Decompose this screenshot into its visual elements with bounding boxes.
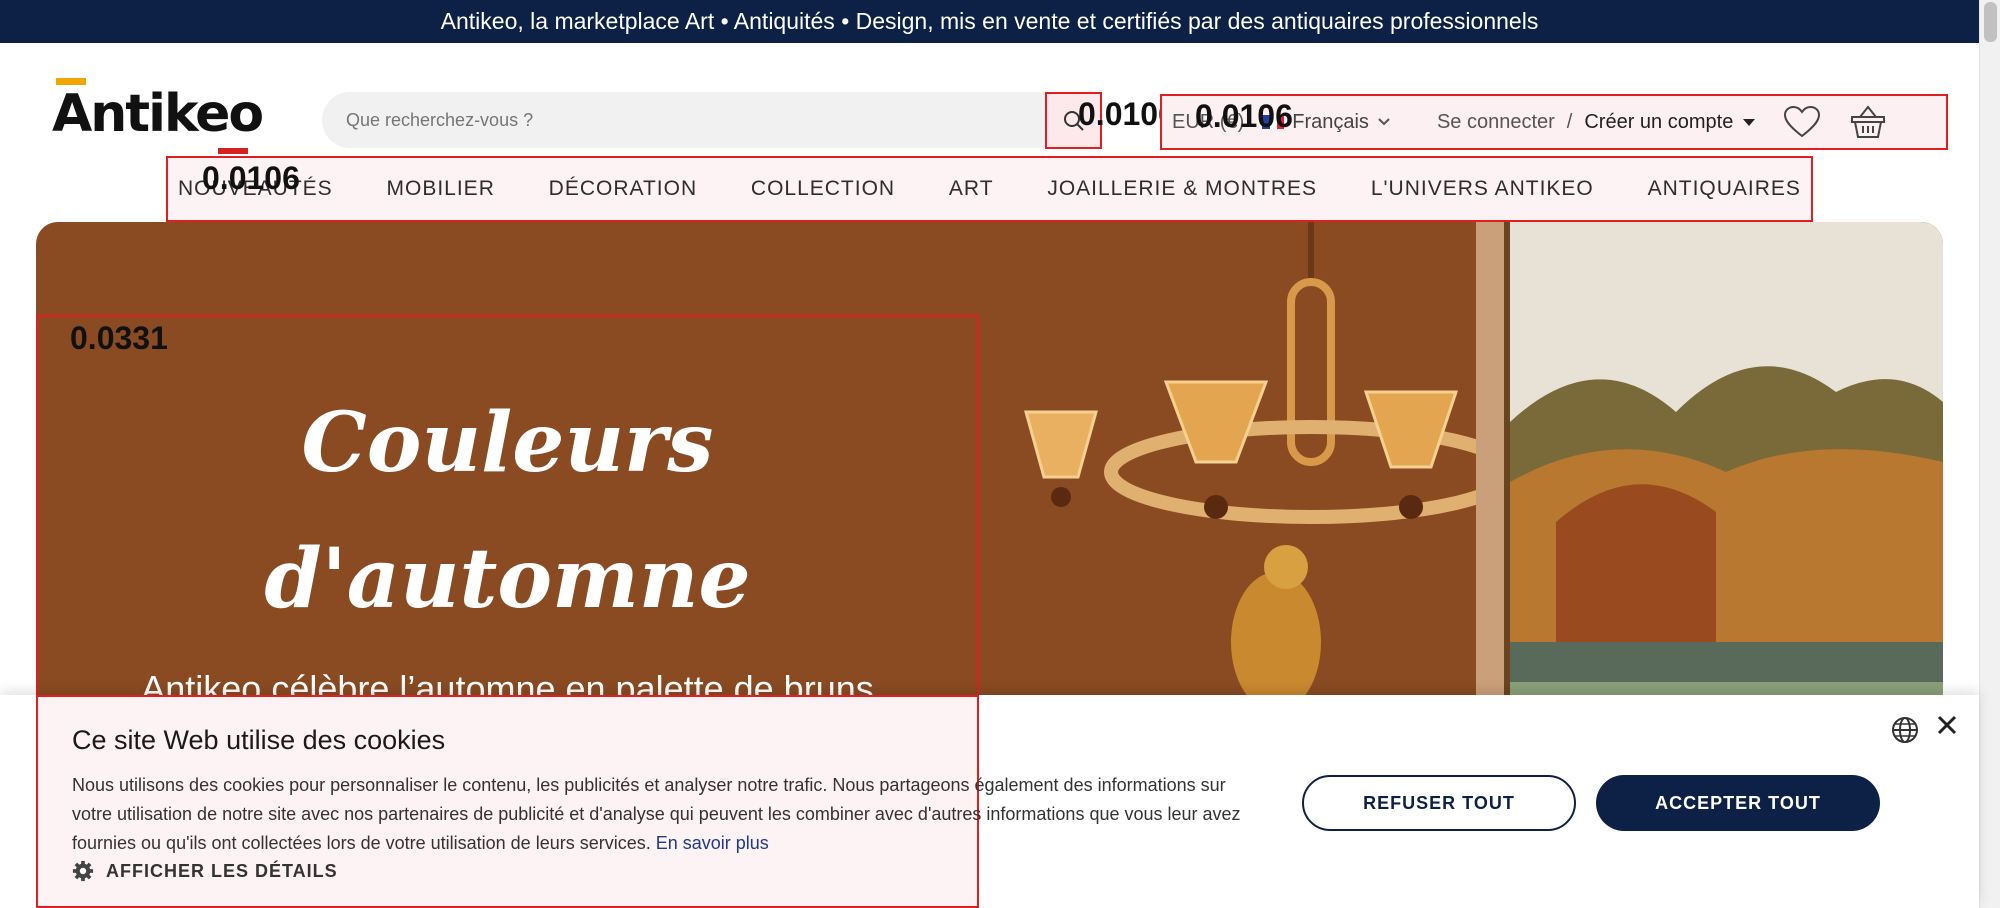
language-label: Français bbox=[1292, 110, 1369, 133]
hero-title: Couleurs d'automne bbox=[36, 375, 979, 647]
learn-more-link[interactable]: En savoir plus bbox=[656, 833, 769, 853]
hero-title-line1: Couleurs bbox=[301, 395, 714, 491]
cookie-description: Nous utilisons des cookies pour personna… bbox=[72, 771, 1242, 858]
nav-item-mobilier[interactable]: MOBILIER bbox=[383, 177, 499, 201]
nav-item-decoration[interactable]: DÉCORATION bbox=[545, 177, 701, 201]
heart-icon[interactable] bbox=[1783, 105, 1821, 139]
search-bar bbox=[322, 92, 1102, 148]
basket-icon[interactable] bbox=[1849, 103, 1887, 141]
nav-item-univers-antikeo[interactable]: L'UNIVERS ANTIKEO bbox=[1367, 177, 1598, 201]
announcement-text: Antikeo, la marketplace Art • Antiquités… bbox=[440, 8, 1539, 34]
logo[interactable]: Antikeo bbox=[52, 78, 264, 158]
register-menu[interactable]: Créer un compte bbox=[1584, 110, 1756, 134]
nav-item-joaillerie-montres[interactable]: JOAILLERIE & MONTRES bbox=[1043, 177, 1321, 201]
logo-underline bbox=[218, 148, 248, 154]
cookie-banner: Ce site Web utilise des cookies Nous uti… bbox=[0, 695, 1979, 908]
logo-text: Antikeo bbox=[52, 84, 264, 144]
account-score-label: 0.0106 bbox=[1195, 98, 1293, 134]
caret-down-icon bbox=[1743, 118, 1756, 126]
login-separator: / bbox=[1566, 110, 1573, 133]
nav-score-label: 0.0106 bbox=[202, 160, 300, 196]
show-details-button[interactable]: AFFICHER LES DÉTAILS bbox=[72, 860, 338, 882]
nav-item-antiquaires[interactable]: ANTIQUAIRES bbox=[1644, 177, 1805, 201]
scrollbar-thumb[interactable] bbox=[1984, 2, 1997, 42]
refuse-all-button[interactable]: REFUSER TOUT bbox=[1302, 775, 1576, 831]
top-announcement-bar: Antikeo, la marketplace Art • Antiquités… bbox=[0, 0, 1979, 43]
nav-item-art[interactable]: ART bbox=[945, 177, 998, 201]
search-input[interactable] bbox=[346, 109, 1046, 131]
accept-all-button[interactable]: ACCEPTER TOUT bbox=[1596, 775, 1880, 831]
gear-icon bbox=[72, 860, 94, 882]
hero-score-label: 0.0331 bbox=[70, 320, 168, 356]
cookie-title: Ce site Web utilise des cookies bbox=[72, 725, 446, 755]
main-navigation: NOUVEAUTÉS MOBILIER DÉCORATION COLLECTIO… bbox=[166, 156, 1813, 222]
close-icon[interactable] bbox=[1935, 713, 1959, 737]
login-link[interactable]: Se connecter bbox=[1437, 111, 1555, 134]
show-details-label: AFFICHER LES DÉTAILS bbox=[106, 860, 338, 881]
globe-icon[interactable] bbox=[1890, 715, 1920, 745]
page-scrollbar[interactable] bbox=[1979, 0, 2000, 908]
hero-title-line2: d'automne bbox=[264, 531, 751, 627]
nav-item-collection[interactable]: COLLECTION bbox=[747, 177, 899, 201]
chevron-down-icon bbox=[1378, 118, 1390, 126]
register-label: Créer un compte bbox=[1584, 110, 1734, 133]
